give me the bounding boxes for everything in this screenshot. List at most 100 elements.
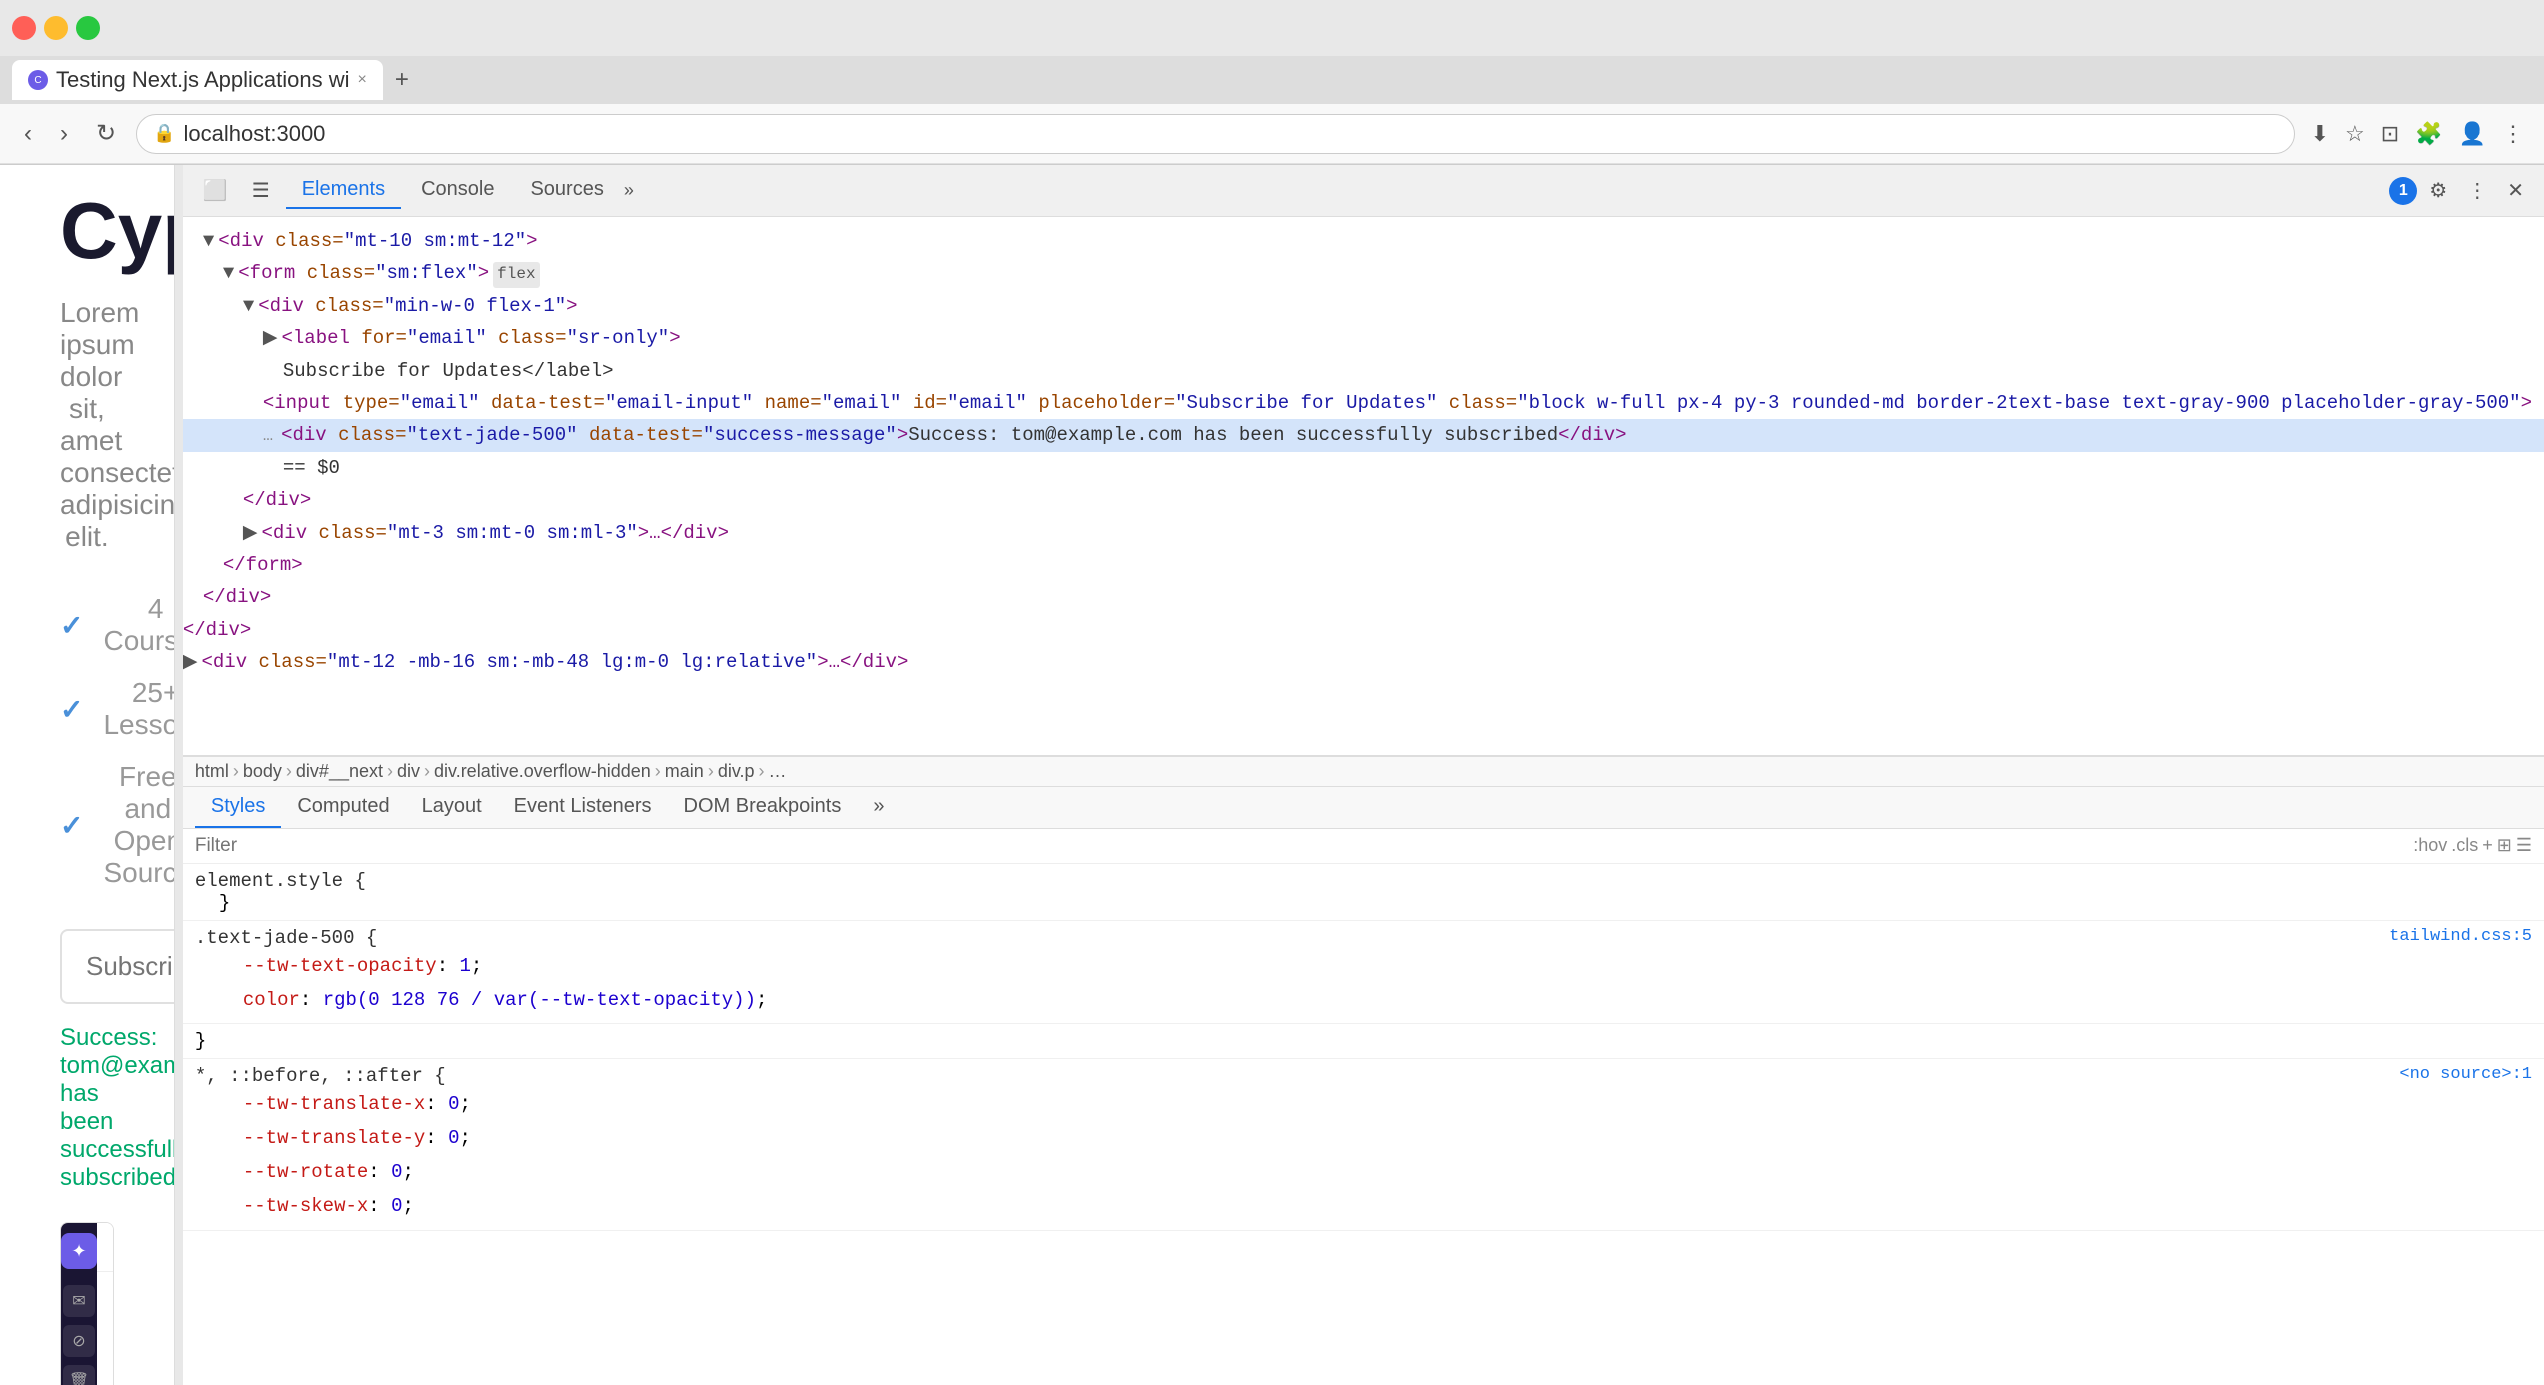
breadcrumb-body[interactable]: body <box>243 761 282 782</box>
inspect-element-button[interactable]: ⬜ <box>195 174 236 207</box>
devtools-toolbar: ⬜ ☰ Elements Console Sources » 1 ⚙ ⋮ ✕ <box>183 165 2544 217</box>
css-prop-color: color: rgb(0 128 76 / var(--tw-text-opac… <box>219 983 2532 1017</box>
html-line: == $0 <box>183 452 2544 484</box>
feature-item: ✓ Free and Open Source <box>60 761 114 889</box>
mini-icon-inbox: ✉ <box>63 1285 95 1317</box>
check-icon-1: ✓ <box>60 609 83 642</box>
page-subtitle: Lorem ipsum dolor sit, amet consectetur … <box>60 297 114 553</box>
add-style-button[interactable]: + <box>2482 835 2493 856</box>
mini-logo: ✦ <box>61 1233 97 1269</box>
breadcrumb-sep: › <box>424 761 430 782</box>
tab-console[interactable]: Console <box>405 172 510 209</box>
tab-title: Testing Next.js Applications wi <box>56 67 349 93</box>
breadcrumb-more[interactable]: … <box>769 761 787 782</box>
new-rule-button[interactable]: ⊞ <box>2497 835 2512 856</box>
mini-sidebar: ✦ ✉ ⊘ 🗑 👤 📋 🔍 Search all inboxes <box>61 1223 113 1385</box>
nav-icons: ⬇ ☆ ⊡ 🧩 👤 ⋮ <box>2307 117 2528 151</box>
notification-badge: 1 <box>2389 177 2417 205</box>
more-tabs-button[interactable]: » <box>624 180 634 201</box>
close-devtools-button[interactable]: ✕ <box>2499 174 2532 207</box>
subscribe-input[interactable] <box>60 929 175 1004</box>
css-rule-closing: } <box>183 1024 2544 1059</box>
breadcrumb-divp[interactable]: div.p <box>718 761 755 782</box>
css-prop-translate-y: --tw-translate-y: 0; <box>219 1121 2532 1155</box>
html-line: Subscribe for Updates</label> <box>183 355 2544 387</box>
download-icon[interactable]: ⬇ <box>2307 117 2333 151</box>
more-icon[interactable]: ☰ <box>2516 835 2532 856</box>
tab-layout[interactable]: Layout <box>406 787 498 828</box>
tab-styles[interactable]: Styles <box>195 787 281 828</box>
browser-chrome: C Testing Next.js Applications wi × + ‹ … <box>0 0 2544 165</box>
extensions-icon[interactable]: 🧩 <box>2411 117 2446 151</box>
mini-sidebar-bar: ✦ ✉ ⊘ 🗑 👤 📋 <box>61 1223 97 1385</box>
nav-bar: ‹ › ↻ 🔒 localhost:3000 ⬇ ☆ ⊡ 🧩 👤 ⋮ <box>0 104 2544 164</box>
settings-icon[interactable]: ⚙ <box>2421 174 2455 207</box>
styles-panel: element.style { } .text-jade-500 { tailw… <box>183 864 2544 1385</box>
html-line: ▶<div class="mt-3 sm:mt-0 sm:ml-3">…</di… <box>183 517 2544 549</box>
css-selector: element.style { <box>195 870 366 892</box>
tab-event-listeners[interactable]: Event Listeners <box>498 787 668 828</box>
devtools-breadcrumb: html › body › div#__next › div › div.rel… <box>183 756 2544 787</box>
close-traffic-light[interactable] <box>12 16 36 40</box>
profile-icon[interactable]: 👤 <box>2455 117 2490 151</box>
address-bar[interactable]: 🔒 localhost:3000 <box>136 114 2294 154</box>
tab-computed[interactable]: Computed <box>281 787 405 828</box>
html-line: <input type="email" data-test="email-inp… <box>183 387 2544 419</box>
css-prop-skew-x: --tw-skew-x: 0; <box>219 1189 2532 1223</box>
breadcrumb-sep: › <box>759 761 765 782</box>
panel-divider[interactable] <box>175 165 183 1385</box>
styles-filter-input[interactable] <box>195 835 2405 857</box>
feature-item: ✓ 4 Courses <box>60 593 114 657</box>
screenshot-icon[interactable]: ⊡ <box>2377 117 2403 151</box>
css-source-none: <no source>:1 <box>2399 1065 2532 1084</box>
new-tab-button[interactable]: + <box>387 62 417 98</box>
breadcrumb-main[interactable]: main <box>665 761 704 782</box>
tab-more-styles[interactable]: » <box>857 787 900 828</box>
star-icon[interactable]: ☆ <box>2341 117 2369 151</box>
subscribe-form: Subscribe <box>60 929 114 1004</box>
more-options-icon[interactable]: ⋮ <box>2459 174 2495 207</box>
css-closing-brace: } <box>219 892 230 914</box>
title-bar <box>0 0 2544 56</box>
tab-dom-breakpoints[interactable]: DOM Breakpoints <box>668 787 858 828</box>
feature-text-2: 25+ Lessons <box>103 677 174 741</box>
active-tab[interactable]: C Testing Next.js Applications wi × <box>12 60 383 100</box>
css-source-tailwind[interactable]: tailwind.css:5 <box>2389 927 2532 946</box>
menu-icon[interactable]: ⋮ <box>2498 117 2528 151</box>
tab-close-button[interactable]: × <box>357 71 366 89</box>
page-title: Cypress <box>60 185 114 277</box>
styles-tabs: Styles Computed Layout Event Listeners D… <box>183 787 2544 829</box>
mini-app-screenshot: ✦ ✉ ⊘ 🗑 👤 📋 🔍 Search all inboxes <box>60 1222 114 1385</box>
feature-text-1: 4 Courses <box>103 593 174 657</box>
webpage-panel: Cypress Lorem ipsum dolor sit, amet cons… <box>0 165 175 1385</box>
sort-label: Sort by date <box>97 1311 114 1337</box>
breadcrumb-sep: › <box>655 761 661 782</box>
cls-filter-button[interactable]: .cls <box>2451 835 2478 856</box>
breadcrumb-html[interactable]: html <box>195 761 229 782</box>
tab-elements[interactable]: Elements <box>286 172 401 209</box>
tab-sources[interactable]: Sources <box>514 172 619 209</box>
address-text: localhost:3000 <box>184 121 326 147</box>
styles-filter-bar: :hov .cls + ⊞ ☰ <box>183 829 2544 864</box>
minimize-traffic-light[interactable] <box>44 16 68 40</box>
reload-button[interactable]: ↻ <box>88 115 124 152</box>
css-rule-text-jade: .text-jade-500 { tailwind.css:5 --tw-tex… <box>183 921 2544 1024</box>
features-list: ✓ 4 Courses ✓ 25+ Lessons ✓ Free and Ope… <box>60 593 114 889</box>
css-prop-translate-x: --tw-translate-x: 0; <box>219 1087 2532 1121</box>
html-line: </div> <box>183 581 2544 613</box>
breadcrumb-relative[interactable]: div.relative.overflow-hidden <box>434 761 651 782</box>
breadcrumb-div[interactable]: div <box>397 761 420 782</box>
pseudo-filter-button[interactable]: :hov <box>2413 835 2447 856</box>
success-message: Success: tom@example.com has been succes… <box>60 1024 114 1192</box>
breadcrumb-sep: › <box>233 761 239 782</box>
html-line-highlighted[interactable]: …<div class="text-jade-500" data-test="s… <box>183 419 2544 451</box>
breadcrumb-next[interactable]: div#__next <box>296 761 383 782</box>
tab-favicon: C <box>28 70 48 90</box>
maximize-traffic-light[interactable] <box>76 16 100 40</box>
device-toolbar-button[interactable]: ☰ <box>244 174 278 207</box>
back-button[interactable]: ‹ <box>16 116 40 152</box>
email-row-1[interactable]: Gloria Robertson 1d ago Refund Lorem ips… <box>97 1337 114 1385</box>
forward-button[interactable]: › <box>52 116 76 152</box>
mini-inbox-header: Inbox 12 messages <box>97 1272 114 1311</box>
webpage-content: Cypress Lorem ipsum dolor sit, amet cons… <box>0 165 174 1385</box>
